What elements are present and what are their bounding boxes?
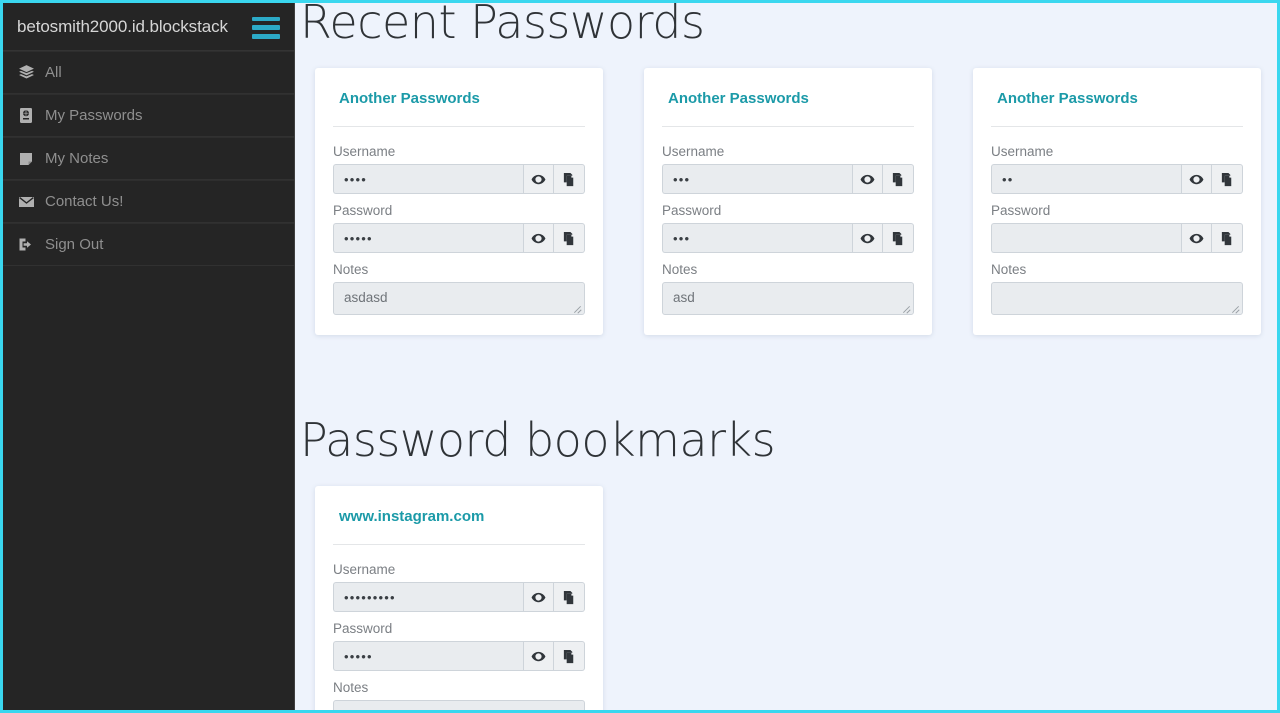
sidebar-item-label: My Notes	[45, 150, 109, 167]
note-icon	[11, 151, 41, 167]
password-label: Password	[333, 621, 393, 636]
username-label: Username	[991, 144, 1054, 159]
password-bookmarks-card-row: www.instagram.com Username ••••••••• Pas…	[315, 486, 603, 710]
eye-icon[interactable]	[852, 164, 883, 194]
sidebar-item-label: Contact Us!	[45, 193, 124, 210]
password-label: Password	[991, 203, 1051, 218]
card-divider	[991, 126, 1243, 127]
username-input[interactable]: •••	[662, 164, 852, 194]
username-input-group: ••••	[333, 164, 585, 194]
sidebar-item-label: All	[45, 64, 62, 81]
copy-icon[interactable]	[554, 164, 585, 194]
sidebar-item-my-notes[interactable]: My Notes	[3, 137, 294, 180]
notes-value: asdasd	[344, 290, 388, 305]
notes-value: asd	[673, 290, 695, 305]
copy-icon[interactable]	[883, 223, 914, 253]
notes-textarea[interactable]	[991, 282, 1243, 315]
password-input[interactable]: •••••	[333, 223, 523, 253]
sidebar-item-sign-out[interactable]: Sign Out	[3, 223, 294, 266]
card-title: www.instagram.com	[339, 508, 485, 525]
password-input[interactable]: •••	[662, 223, 852, 253]
resize-grip-icon[interactable]	[572, 302, 582, 312]
sidebar-item-contact-us[interactable]: Contact Us!	[3, 180, 294, 223]
password-card[interactable]: Another Passwords Username ••• Password …	[644, 68, 932, 335]
password-input-group: •••••	[333, 223, 585, 253]
sign-out-icon	[11, 237, 41, 252]
page-title-password-bookmarks: Password bookmarks	[300, 413, 776, 467]
eye-icon[interactable]	[523, 223, 554, 253]
card-divider	[333, 544, 585, 545]
sidebar-item-label: Sign Out	[45, 236, 104, 253]
password-input[interactable]: •••••	[333, 641, 523, 671]
hamburger-bar	[252, 25, 280, 30]
main-content: Recent Passwords Another Passwords Usern…	[295, 3, 1277, 710]
username-input-group: ••	[991, 164, 1243, 194]
eye-icon[interactable]	[852, 223, 883, 253]
sidebar: betosmith2000.id.blockstack All My Passw…	[3, 3, 295, 710]
username-label: Username	[333, 562, 396, 577]
eye-icon[interactable]	[1181, 223, 1212, 253]
resize-grip-icon[interactable]	[901, 302, 911, 312]
copy-icon[interactable]	[883, 164, 914, 194]
notes-label: Notes	[333, 680, 369, 695]
copy-icon[interactable]	[554, 641, 585, 671]
notes-label: Notes	[333, 262, 369, 277]
copy-icon[interactable]	[554, 582, 585, 612]
eye-icon[interactable]	[523, 641, 554, 671]
username-input[interactable]: •••••••••	[333, 582, 523, 612]
eye-icon[interactable]	[523, 164, 554, 194]
passport-icon	[11, 107, 41, 124]
sidebar-item-my-passwords[interactable]: My Passwords	[3, 94, 294, 137]
username-input-group: •••	[662, 164, 914, 194]
copy-icon[interactable]	[554, 223, 585, 253]
notes-textarea[interactable]	[333, 700, 585, 710]
brand-identity-label: betosmith2000.id.blockstack	[17, 16, 228, 36]
username-input[interactable]: ••••	[333, 164, 523, 194]
password-input[interactable]	[991, 223, 1181, 253]
hamburger-bar	[252, 16, 280, 22]
username-input[interactable]: ••	[991, 164, 1181, 194]
eye-icon[interactable]	[523, 582, 554, 612]
app-window: betosmith2000.id.blockstack All My Passw…	[0, 0, 1280, 713]
password-card[interactable]: Another Passwords Username •••• Password…	[315, 68, 603, 335]
sidebar-item-all[interactable]: All	[3, 51, 294, 94]
bookmark-card[interactable]: www.instagram.com Username ••••••••• Pas…	[315, 486, 603, 710]
sidebar-nav-list: All My Passwords My Notes Contact Us! Si…	[3, 51, 294, 266]
layers-icon	[11, 64, 41, 81]
password-label: Password	[333, 203, 393, 218]
card-title: Another Passwords	[997, 90, 1138, 107]
password-label: Password	[662, 203, 722, 218]
sidebar-item-label: My Passwords	[45, 107, 143, 124]
notes-label: Notes	[991, 262, 1027, 277]
username-input-group: •••••••••	[333, 582, 585, 612]
username-label: Username	[662, 144, 725, 159]
username-label: Username	[333, 144, 396, 159]
hamburger-bar	[252, 33, 280, 39]
notes-textarea[interactable]: asd	[662, 282, 914, 315]
password-input-group: •••	[662, 223, 914, 253]
envelope-icon	[11, 195, 41, 209]
eye-icon[interactable]	[1181, 164, 1212, 194]
card-title: Another Passwords	[668, 90, 809, 107]
notes-label: Notes	[662, 262, 698, 277]
page-title-recent-passwords: Recent Passwords	[300, 3, 705, 49]
password-card[interactable]: Another Passwords Username •• Password N…	[973, 68, 1261, 335]
sidebar-header: betosmith2000.id.blockstack	[3, 3, 294, 51]
card-divider	[662, 126, 914, 127]
password-input-group	[991, 223, 1243, 253]
password-input-group: •••••	[333, 641, 585, 671]
hamburger-icon[interactable]	[252, 15, 280, 39]
recent-passwords-card-row: Another Passwords Username •••• Password…	[315, 68, 1261, 335]
notes-textarea[interactable]: asdasd	[333, 282, 585, 315]
copy-icon[interactable]	[1212, 223, 1243, 253]
card-title: Another Passwords	[339, 90, 480, 107]
resize-grip-icon[interactable]	[1230, 302, 1240, 312]
card-divider	[333, 126, 585, 127]
copy-icon[interactable]	[1212, 164, 1243, 194]
